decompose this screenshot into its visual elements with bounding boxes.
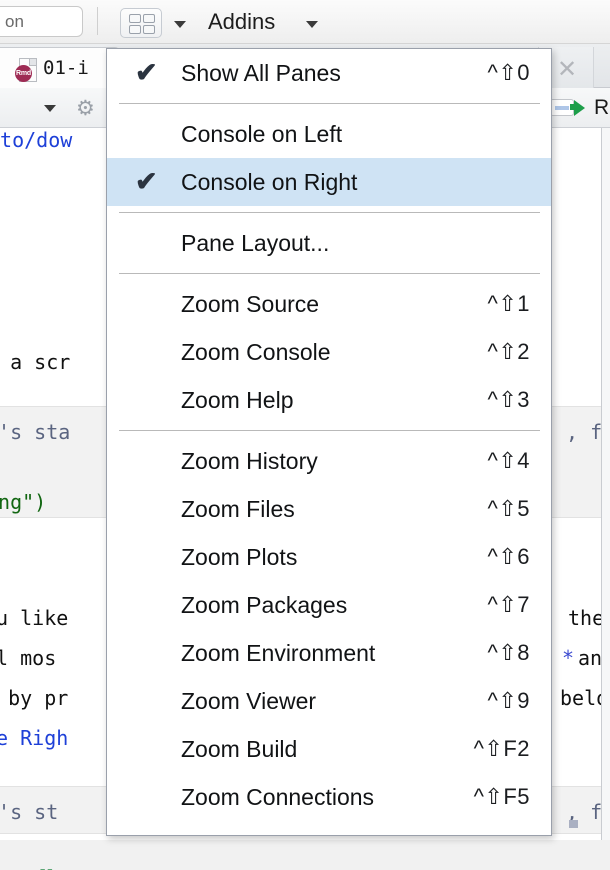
menu-item-label: Zoom Environment: [181, 640, 375, 667]
menu-item-label: Zoom Connections: [181, 784, 374, 811]
menu-item-label: Console on Left: [181, 121, 342, 148]
menu-item-zoom-help[interactable]: Zoom Help ^⇧3: [107, 376, 551, 424]
run-chunk-button[interactable]: R: [550, 95, 610, 121]
pane-layout-button[interactable]: [120, 8, 162, 38]
menu-item-shortcut: ^⇧1: [488, 291, 531, 317]
status-marker: ≡≡: [40, 866, 55, 870]
scroll-marker: [569, 820, 578, 828]
document-text-line: s by pr: [0, 686, 68, 710]
run-arrow-icon: [574, 100, 585, 116]
menu-item-label: Zoom Build: [181, 736, 297, 763]
menu-item-shortcut: ^⇧8: [488, 640, 531, 666]
menu-separator: [119, 212, 540, 213]
menu-item-shortcut: ^⇧7: [488, 592, 531, 618]
addins-caret-down-icon[interactable]: [306, 21, 318, 28]
menu-item-zoom-build[interactable]: Zoom Build ^⇧F2: [107, 725, 551, 773]
editor-tab-filename: 01-i: [43, 57, 89, 79]
menu-item-shortcut: ^⇧9: [488, 688, 531, 714]
toolbar-divider: [97, 7, 98, 35]
knit-caret-down-icon[interactable]: [44, 105, 56, 112]
menu-item-label: Zoom History: [181, 448, 318, 475]
console-pane-edge: [601, 128, 610, 870]
document-text-line: an: [578, 646, 602, 670]
pane-layout-menu[interactable]: ✔ Show All Panes ^⇧0 Console on Left ✔ Consol…: [106, 48, 552, 836]
menu-separator: [119, 273, 540, 274]
main-toolbar: on Addins: [0, 0, 610, 44]
menu-item-show-all-panes[interactable]: ✔ Show All Panes ^⇧0: [107, 49, 551, 97]
menu-item-shortcut: ^⇧4: [488, 448, 531, 474]
menu-item-pane-layout[interactable]: Pane Layout...: [107, 219, 551, 267]
menu-item-zoom-environment[interactable]: Zoom Environment ^⇧8: [107, 629, 551, 677]
menu-item-zoom-connections[interactable]: Zoom Connections ^⇧F5: [107, 773, 551, 821]
addins-button[interactable]: Addins: [208, 9, 275, 35]
document-text-line: uto/dow: [0, 128, 72, 152]
menu-item-zoom-console[interactable]: Zoom Console ^⇧2: [107, 328, 551, 376]
menu-item-label: Pane Layout...: [181, 230, 329, 257]
menu-item-shortcut: ^⇧F5: [474, 784, 530, 810]
menu-item-label: Show All Panes: [181, 60, 341, 87]
document-text-line: he Righ: [0, 726, 68, 750]
search-input-value: on: [5, 12, 24, 32]
menu-separator: [119, 430, 540, 431]
checkmark-icon: ✔: [135, 60, 161, 87]
menu-item-zoom-packages[interactable]: Zoom Packages ^⇧7: [107, 581, 551, 629]
document-text-line: the: [568, 606, 604, 630]
menu-item-zoom-plots[interactable]: Zoom Plots ^⇧6: [107, 533, 551, 581]
pane-layout-caret-down-icon[interactable]: [174, 21, 186, 28]
menu-item-zoom-viewer[interactable]: Zoom Viewer ^⇧9: [107, 677, 551, 725]
rmd-file-icon: Rmd: [15, 58, 37, 84]
menu-item-label: Zoom Console: [181, 339, 331, 366]
menu-item-console-on-left[interactable]: Console on Left: [107, 110, 551, 158]
menu-item-label: Zoom Viewer: [181, 688, 316, 715]
menu-item-shortcut: ^⇧5: [488, 496, 531, 522]
menu-item-label: Zoom Plots: [181, 544, 297, 571]
pane-grid-icon: [129, 14, 155, 34]
gear-icon[interactable]: ⚙: [76, 98, 98, 120]
menu-item-label: Console on Right: [181, 169, 357, 196]
menu-item-zoom-files[interactable]: Zoom Files ^⇧5: [107, 485, 551, 533]
window-bottom-area: [0, 840, 610, 870]
screenshot-root: uto/dow e a scr o's sta ong") ou like ll mos s…: [0, 0, 610, 870]
checkmark-icon: ✔: [135, 169, 161, 196]
document-text-line: e a scr: [0, 350, 70, 374]
menu-item-shortcut: ^⇧2: [488, 339, 531, 365]
menu-item-label: Zoom Files: [181, 496, 295, 523]
menu-item-shortcut: ^⇧0: [488, 60, 531, 86]
menu-item-shortcut: ^⇧3: [488, 387, 531, 413]
rmd-badge-label: Rmd: [15, 65, 32, 82]
document-text-line: ou like: [0, 606, 68, 630]
document-text-line: ll mos: [0, 646, 56, 670]
menu-item-label: Zoom Packages: [181, 592, 347, 619]
menu-item-shortcut: ^⇧F2: [474, 736, 530, 762]
search-input[interactable]: on: [0, 6, 83, 37]
run-label: R: [594, 96, 609, 120]
menu-item-zoom-source[interactable]: Zoom Source ^⇧1: [107, 280, 551, 328]
menu-item-console-on-right[interactable]: ✔ Console on Right: [107, 158, 551, 206]
close-icon: ✕: [557, 55, 577, 84]
menu-item-label: Zoom Source: [181, 291, 319, 318]
editor-tab-active[interactable]: Rmd 01-i: [0, 47, 120, 88]
document-text-line: o's st: [0, 800, 58, 824]
menu-item-label: Zoom Help: [181, 387, 293, 414]
menu-item-shortcut: ^⇧6: [488, 544, 531, 570]
menu-item-zoom-history[interactable]: Zoom History ^⇧4: [107, 437, 551, 485]
document-text-line: o's sta: [0, 420, 70, 444]
document-text-line: ong"): [0, 490, 46, 514]
document-text-line: *: [562, 646, 574, 670]
menu-separator: [119, 103, 540, 104]
